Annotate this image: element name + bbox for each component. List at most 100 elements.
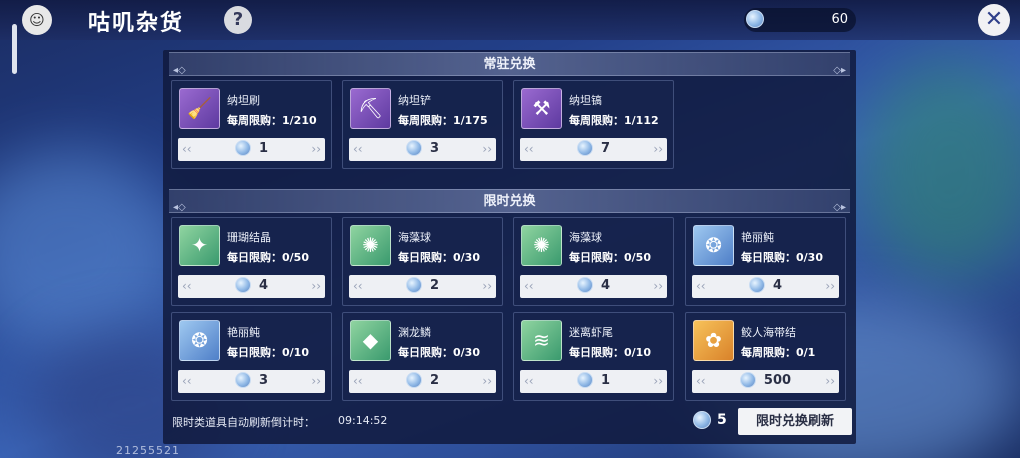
top-bar: ☺ 咕叽杂货 ? 60 ✕ <box>0 0 1020 40</box>
coin-icon <box>748 276 765 293</box>
shop-item-card[interactable]: ✦ 珊瑚结晶每日限购：0/50 ‹‹ 4 ›› <box>171 217 332 306</box>
item-buy-button[interactable]: ‹‹ 4 ›› <box>178 275 325 298</box>
item-purchase-limit: 每日限购：0/10 <box>569 346 651 359</box>
item-buy-button[interactable]: ‹‹ 500 ›› <box>692 370 839 393</box>
coin-icon <box>576 371 593 388</box>
chevron-left-icon: ‹‹ <box>524 374 534 388</box>
decor-left-icon: ◂◇ <box>173 65 186 76</box>
item-thumbnail: ✦ <box>179 225 220 266</box>
shop-item-card[interactable]: ⚒ 纳坦镐 每周限购：1/112 ‹‹ 7 ›› <box>513 80 674 169</box>
shop-item-card[interactable]: ◆ 渊龙鳞每日限购：0/30 ‹‹ 2 ›› <box>342 312 503 401</box>
item-thumbnail: ◆ <box>350 320 391 361</box>
chevron-right-icon: ›› <box>311 374 321 388</box>
item-thumbnail: ❂ <box>693 225 734 266</box>
seaweed-ball-icon: ✺ <box>533 233 550 257</box>
chevron-right-icon: ›› <box>311 279 321 293</box>
decor-right-icon: ◇▸ <box>833 65 846 76</box>
chevron-right-icon: ›› <box>482 279 492 293</box>
item-thumbnail: ❂ <box>179 320 220 361</box>
kelp-knot-icon: ✿ <box>705 328 722 352</box>
item-price: 4 <box>772 278 783 293</box>
item-name: 鲛人海带结 <box>741 326 796 339</box>
coin-icon <box>746 10 764 28</box>
page-title: 咕叽杂货 <box>88 11 185 36</box>
item-name: 艳丽鲀 <box>227 326 260 339</box>
item-buy-button[interactable]: ‹‹ 2 ›› <box>349 275 496 298</box>
coin-icon <box>405 276 422 293</box>
item-buy-button[interactable]: ‹‹ 3 ›› <box>349 138 496 161</box>
item-buy-button[interactable]: ‹‹ 3 ›› <box>178 370 325 393</box>
item-price: 7 <box>600 141 611 156</box>
shop-item-card[interactable]: ✺ 海藻球 每日限购：0/50 ‹‹ 4 ›› <box>513 217 674 306</box>
scrollbar[interactable] <box>12 24 17 74</box>
chevron-left-icon: ‹‹ <box>182 142 192 156</box>
decor-right-icon: ◇▸ <box>833 202 846 213</box>
refresh-cost: 5 <box>693 411 727 429</box>
coin-icon <box>576 139 593 156</box>
shop-item-card[interactable]: ⛏ 纳坦铲 每周限购：1/175 ‹‹ 3 ›› <box>342 80 503 169</box>
close-button[interactable]: ✕ <box>978 4 1010 36</box>
shop-item-card[interactable]: ≋ 迷离虾尾每日限购：0/10 ‹‹ 1 ›› <box>513 312 674 401</box>
item-name: 渊龙鳞 <box>398 326 431 339</box>
item-name: 珊瑚结晶 <box>227 231 271 244</box>
limited-section-header: ◂◇ 限时兑换 ◇▸ <box>169 189 850 213</box>
pufferfish-icon: ❂ <box>191 328 208 352</box>
refresh-countdown-value: 09:14:52 <box>338 414 388 427</box>
chevron-left-icon: ‹‹ <box>524 279 534 293</box>
chevron-left-icon: ‹‹ <box>353 142 363 156</box>
chevron-left-icon: ‹‹ <box>353 374 363 388</box>
chevron-left-icon: ‹‹ <box>182 279 192 293</box>
chevron-right-icon: ›› <box>825 279 835 293</box>
coin-icon <box>405 139 422 156</box>
user-id: 21255521 <box>116 444 180 457</box>
coral-crystal-icon: ✦ <box>191 233 208 257</box>
item-purchase-limit: 每日限购：0/30 <box>398 346 480 359</box>
shop-item-card[interactable]: 🧹 纳坦刷每周限购：1/210 ‹‹ 1 ›› <box>171 80 332 169</box>
item-price: 2 <box>429 373 440 388</box>
item-price: 500 <box>763 373 792 388</box>
shop-item-card[interactable]: ✺ 海藻球 每日限购：0/30 ‹‹ 2 ›› <box>342 217 503 306</box>
seaweed-ball-icon: ✺ <box>362 233 379 257</box>
coin-icon <box>576 276 593 293</box>
item-thumbnail: 🧹 <box>179 88 220 129</box>
chevron-right-icon: ›› <box>482 374 492 388</box>
shop-item-card[interactable]: ❂ 艳丽鲀 每日限购：0/30 ‹‹ 4 ›› <box>685 217 846 306</box>
item-price: 3 <box>258 373 269 388</box>
currency-amount: 60 <box>831 12 848 27</box>
chevron-right-icon: ›› <box>653 142 663 156</box>
item-purchase-limit: 每周限购：1/210 <box>227 114 317 127</box>
chevron-right-icon: ›› <box>653 279 663 293</box>
item-buy-button[interactable]: ‹‹ 4 ›› <box>520 275 667 298</box>
item-buy-button[interactable]: ‹‹ 2 ›› <box>349 370 496 393</box>
item-price: 1 <box>258 141 269 156</box>
brush-icon: 🧹 <box>187 96 212 120</box>
coin-icon <box>234 371 251 388</box>
refresh-limited-button[interactable]: 限时兑换刷新 <box>738 408 852 435</box>
coin-icon <box>234 139 251 156</box>
item-thumbnail: ✺ <box>521 225 562 266</box>
section-title: 常驻兑换 <box>483 57 536 72</box>
item-purchase-limit: 每日限购：0/50 <box>227 251 309 264</box>
chevron-right-icon: ›› <box>482 142 492 156</box>
shop-item-card[interactable]: ❂ 艳丽鲀每日限购：0/10 ‹‹ 3 ›› <box>171 312 332 401</box>
item-buy-button[interactable]: ‹‹ 4 ›› <box>692 275 839 298</box>
item-buy-button[interactable]: ‹‹ 7 ›› <box>520 138 667 161</box>
item-purchase-limit: 每日限购：0/10 <box>227 346 309 359</box>
chevron-left-icon: ‹‹ <box>696 374 706 388</box>
section-title: 限时兑换 <box>483 194 536 209</box>
item-name: 纳坦铲 <box>398 94 431 107</box>
shrimp-tail-icon: ≋ <box>533 328 550 352</box>
item-thumbnail: ≋ <box>521 320 562 361</box>
item-buy-button[interactable]: ‹‹ 1 ›› <box>520 370 667 393</box>
item-buy-button[interactable]: ‹‹ 1 ›› <box>178 138 325 161</box>
chevron-right-icon: ›› <box>825 374 835 388</box>
shop-item-card[interactable]: ✿ 鲛人海带结 每周限购：0/1 ‹‹ 500 ›› <box>685 312 846 401</box>
chevron-right-icon: ›› <box>311 142 321 156</box>
item-name: 迷离虾尾 <box>569 326 613 339</box>
chevron-left-icon: ‹‹ <box>182 374 192 388</box>
item-name: 纳坦刷 <box>227 94 260 107</box>
dragon-scale-icon: ◆ <box>362 328 379 352</box>
help-button[interactable]: ? <box>224 6 252 34</box>
item-purchase-limit: 每日限购：0/50 <box>569 251 651 264</box>
chevron-left-icon: ‹‹ <box>524 142 534 156</box>
